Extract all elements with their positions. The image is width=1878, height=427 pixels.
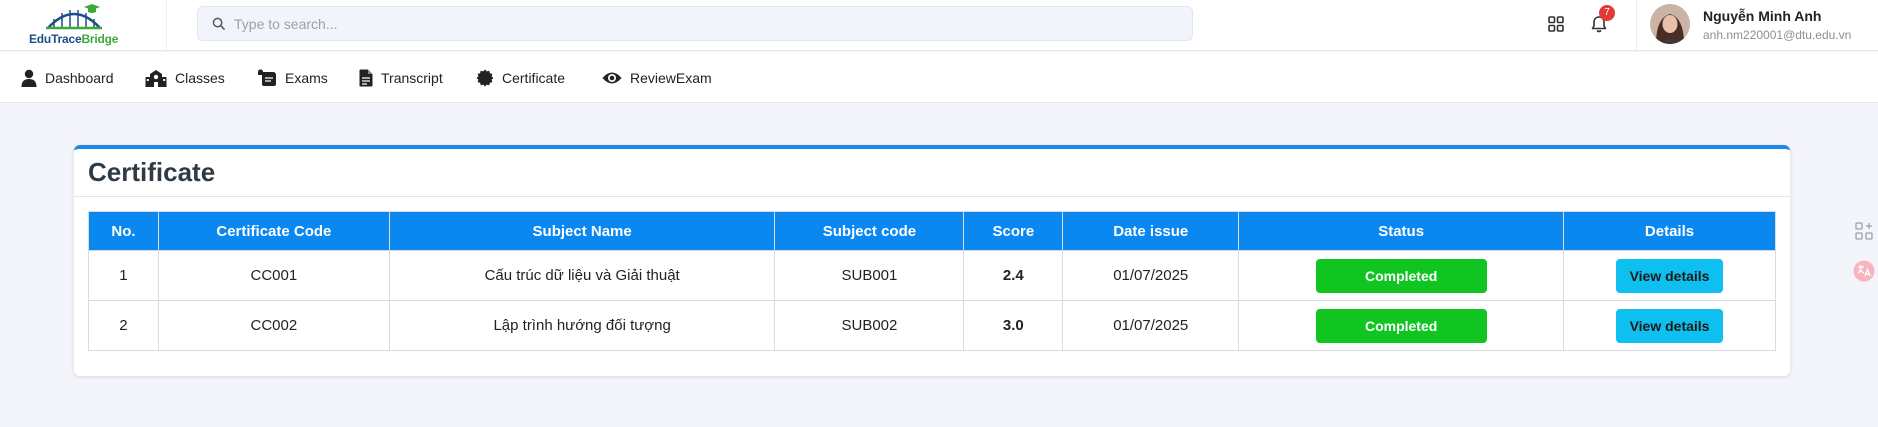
brand-name: EduTraceBridge	[29, 32, 119, 46]
table-header-row: No. Certificate Code Subject Name Subjec…	[88, 211, 1776, 251]
nav-item-exams[interactable]: Exams	[257, 67, 328, 89]
scroll-icon	[258, 69, 276, 86]
apps-button[interactable]	[1542, 10, 1570, 38]
card-divider	[74, 196, 1790, 197]
date-issue: 01/07/2025	[1062, 250, 1240, 301]
page-title: Certificate	[88, 157, 216, 187]
header-divider	[1636, 0, 1637, 51]
score: 3.0	[963, 300, 1064, 351]
nav-item-transcript[interactable]: Transcript	[359, 67, 443, 89]
nav-item-reviewexam[interactable]: ReviewExam	[602, 67, 712, 89]
search-bar[interactable]	[197, 6, 1193, 41]
score: 2.4	[963, 250, 1064, 301]
view-details-button[interactable]: View details	[1616, 308, 1724, 343]
school-icon	[145, 70, 167, 87]
top-bar: EduTraceBridge 7	[0, 0, 1878, 51]
eye-icon	[602, 72, 622, 84]
nav-item-label: Certificate	[502, 70, 566, 86]
subject-code: SUB002	[774, 300, 965, 351]
side-apps-button[interactable]	[1852, 219, 1876, 243]
view-details-button[interactable]: View details	[1616, 258, 1724, 293]
column-header: Subject Name	[388, 211, 776, 251]
details-cell: View details	[1563, 250, 1776, 301]
table-row: 1 CC001 Cấu trúc dữ liệu và Giải thuật S…	[88, 250, 1776, 301]
nav-item-label: ReviewExam	[630, 70, 712, 86]
nav-item-label: Exams	[285, 70, 328, 86]
certificate-code: CC001	[157, 250, 390, 301]
nav-item-label: Dashboard	[45, 70, 114, 86]
certificate-icon	[476, 69, 494, 87]
column-header: Details	[1563, 211, 1776, 251]
date-issue: 01/07/2025	[1062, 300, 1240, 351]
apps-add-icon	[1855, 222, 1873, 240]
side-translate-button[interactable]	[1852, 259, 1876, 283]
nav-item-dashboard[interactable]: Dashboard	[21, 67, 114, 89]
logo[interactable]: EduTraceBridge	[22, 2, 126, 48]
details-cell: View details	[1563, 300, 1776, 351]
nav-item-label: Transcript	[381, 70, 443, 86]
column-header: Certificate Code	[157, 211, 390, 251]
translate-icon	[1853, 260, 1875, 282]
status-badge: Completed	[1315, 258, 1487, 293]
status-cell: Completed	[1238, 300, 1565, 351]
table-row: 2 CC002 Lập trình hướng đối tượng SUB002…	[88, 300, 1776, 351]
user-profile[interactable]: Nguyễn Minh Anh anh.nm220001@dtu.edu.vn	[1650, 4, 1870, 46]
user-name: Nguyễn Minh Anh	[1703, 8, 1822, 24]
subject-code: SUB001	[774, 250, 965, 301]
search-icon	[212, 17, 225, 30]
nav-item-certificate[interactable]: Certificate	[476, 67, 565, 89]
certificate-card: Certificate No. Certificate Code Subject…	[74, 145, 1790, 376]
status-cell: Completed	[1238, 250, 1565, 301]
header-divider	[166, 0, 167, 51]
column-header: Status	[1238, 211, 1565, 251]
nav-item-label: Classes	[175, 70, 225, 86]
certificate-table: No. Certificate Code Subject Name Subjec…	[88, 211, 1776, 351]
search-input[interactable]	[234, 14, 1134, 34]
main-nav: Dashboard Classes Exams Transcript Certi…	[0, 52, 1878, 103]
grid-icon	[1548, 16, 1564, 32]
column-header: Date issue	[1062, 211, 1240, 251]
nav-item-classes[interactable]: Classes	[145, 67, 225, 89]
row-number: 1	[88, 250, 159, 301]
column-header: No.	[88, 211, 159, 251]
bridge-logo-icon	[46, 4, 102, 30]
status-badge: Completed	[1315, 308, 1487, 343]
user-icon	[21, 69, 37, 87]
subject-name: Lập trình hướng đối tượng	[388, 300, 776, 351]
column-header: Score	[963, 211, 1064, 251]
notifications-button[interactable]: 7	[1585, 5, 1615, 38]
avatar[interactable]	[1650, 4, 1690, 44]
certificate-code: CC002	[157, 300, 390, 351]
column-header: Subject code	[774, 211, 965, 251]
subject-name: Cấu trúc dữ liệu và Giải thuật	[388, 250, 776, 301]
document-icon	[359, 69, 373, 87]
notification-badge: 7	[1599, 5, 1615, 21]
row-number: 2	[88, 300, 159, 351]
user-email: anh.nm220001@dtu.edu.vn	[1703, 28, 1852, 42]
